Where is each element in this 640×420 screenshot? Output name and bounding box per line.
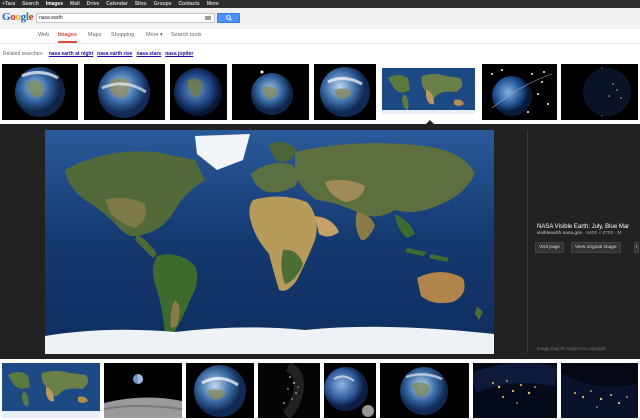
image-preview-panel: NASA Visible Earth: July, Blue Mar visib… xyxy=(0,124,640,359)
google-bar: +Tara Search Images Mail Drive Calendar Sites G… xyxy=(0,0,640,8)
thumb-world-map[interactable] xyxy=(2,363,100,418)
related-link-nasa-earth-at-night[interactable]: nasa earth at night xyxy=(49,51,93,57)
thumb-earth-6[interactable] xyxy=(186,363,254,418)
related-label: Related searches: xyxy=(3,51,44,57)
preview-title[interactable]: NASA Visible Earth: July, Blue Mar xyxy=(537,224,629,230)
thumb-earthrise[interactable] xyxy=(104,363,182,418)
thumb-city-lights-1[interactable] xyxy=(473,363,557,418)
gbar-item-mail[interactable]: Mail xyxy=(70,0,80,8)
tab-maps[interactable]: Maps xyxy=(88,29,101,43)
thumb-earth-7[interactable] xyxy=(380,363,469,418)
preview-host[interactable]: visibleearth.nasa.gov xyxy=(537,231,582,236)
gbar-item-more[interactable]: More xyxy=(207,0,219,8)
related-searches: Related searches: nasa earth at night nas… xyxy=(3,51,193,57)
related-link-nasa-stars[interactable]: nasa stars xyxy=(136,51,161,57)
visit-page-button[interactable]: Visit page xyxy=(535,242,564,253)
gbar-item-contacts[interactable]: Contacts xyxy=(178,0,199,8)
related-link-nasa-jupiter[interactable]: nasa jupiter xyxy=(165,51,193,57)
gbar-item-search[interactable]: Search xyxy=(22,0,39,8)
gbar-item-drive[interactable]: Drive xyxy=(87,0,100,8)
gbar-item-tara[interactable]: +Tara xyxy=(2,0,15,8)
copyright-notice: Image may be subject to copyright. xyxy=(537,346,607,351)
thumb-earth-2[interactable] xyxy=(84,64,165,120)
tab-shopping[interactable]: Shopping xyxy=(111,29,134,43)
search-tabs: Web Images Maps Shopping More ▾ Search tools xyxy=(0,29,640,44)
related-link-nasa-earth-rise[interactable]: nasa earth rise xyxy=(97,51,132,57)
thumb-earth-5[interactable] xyxy=(314,64,376,120)
search-icon xyxy=(225,15,232,21)
gbar-item-sites[interactable]: Sites xyxy=(135,0,147,8)
more-button[interactable]: I xyxy=(634,242,640,253)
thumb-earth-3[interactable] xyxy=(170,64,227,120)
thumb-earth-night[interactable] xyxy=(561,64,638,120)
gbar-item-calendar[interactable]: Calendar xyxy=(106,0,127,8)
tab-search-tools[interactable]: Search tools xyxy=(171,29,202,43)
camera-icon[interactable] xyxy=(205,16,211,20)
thumb-earth-1[interactable] xyxy=(2,64,78,120)
tab-web[interactable]: Web xyxy=(38,29,49,43)
thumb-city-lights-2[interactable] xyxy=(561,363,638,418)
gbar-item-images[interactable]: Images xyxy=(46,0,63,8)
thumb-earth-moon[interactable] xyxy=(324,363,376,418)
panel-divider xyxy=(527,130,528,353)
google-logo[interactable]: Google xyxy=(2,11,34,23)
gbar-item-groups[interactable]: Groups xyxy=(154,0,172,8)
tab-images[interactable]: Images xyxy=(58,29,77,43)
thumb-earth-map-selected[interactable] xyxy=(380,64,477,120)
search-button[interactable] xyxy=(217,13,240,23)
search-query: nasa earth xyxy=(39,15,63,21)
thumb-earth-satellites[interactable] xyxy=(482,64,557,120)
view-original-image-button[interactable]: View original image xyxy=(571,242,621,253)
search-input[interactable]: nasa earth xyxy=(36,13,215,23)
thumb-night-lights[interactable] xyxy=(258,363,320,418)
preview-image-world-map[interactable] xyxy=(45,130,494,354)
preview-dims: - 5400 × 2700 - M xyxy=(582,231,622,236)
thumb-earth-4[interactable] xyxy=(232,64,309,120)
tab-more[interactable]: More ▾ xyxy=(146,29,163,43)
header: Google nasa earth xyxy=(0,8,640,30)
preview-source: visibleearth.nasa.gov - 5400 × 2700 - M xyxy=(537,231,621,236)
